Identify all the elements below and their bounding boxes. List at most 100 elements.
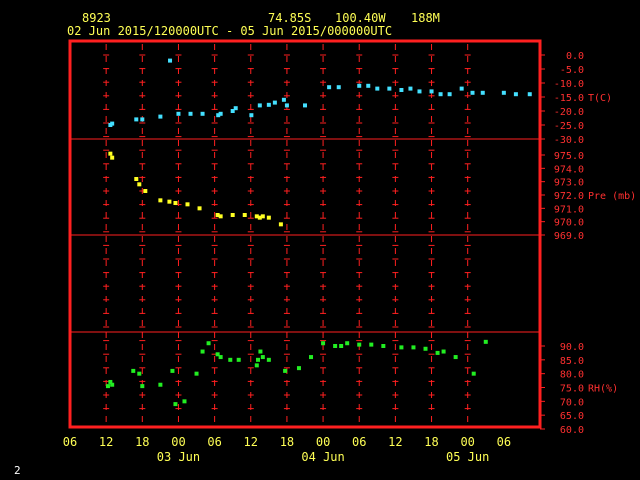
data-point <box>266 357 271 362</box>
data-point <box>281 97 286 102</box>
data-point <box>435 350 440 355</box>
data-point <box>143 189 148 193</box>
data-point <box>188 111 193 116</box>
data-point <box>266 102 271 107</box>
data-point <box>441 349 446 354</box>
y-tick-label: 975.0 <box>554 151 584 162</box>
x-tick-label: 18 <box>135 435 149 449</box>
data-point <box>260 214 265 219</box>
data-point <box>470 90 475 95</box>
data-point <box>283 368 288 373</box>
x-tick-label: 12 <box>388 435 402 449</box>
data-point <box>140 117 145 122</box>
y-tick-label: 0.0 <box>566 51 584 62</box>
day-labels: 03 Jun 04 Jun 05 Jun <box>157 450 490 464</box>
grid-lines <box>103 44 471 424</box>
data-point <box>200 111 205 116</box>
data-point <box>137 371 142 376</box>
x-tick-label: 00 <box>460 435 474 449</box>
x-tick-label: 06 <box>63 435 77 449</box>
x-tick-label: 18 <box>280 435 294 449</box>
x-tick-label: 00 <box>316 435 330 449</box>
data-point <box>197 206 202 211</box>
y-tick-label: -15.0 <box>554 93 584 104</box>
data-point <box>296 366 301 371</box>
data-point <box>236 357 241 362</box>
plot-frame <box>68 39 542 429</box>
data-point <box>218 355 223 360</box>
data-point <box>381 344 386 348</box>
data-point <box>110 382 115 387</box>
data-point <box>339 344 344 348</box>
data-point <box>249 113 254 118</box>
panel-dividers <box>70 138 540 333</box>
data-point <box>158 382 163 387</box>
data-point <box>200 349 205 354</box>
data-point <box>366 83 371 88</box>
data-point <box>131 368 136 373</box>
data-point <box>158 198 163 203</box>
data-point <box>480 90 485 95</box>
y-tick-label: 60.0 <box>560 425 584 436</box>
data-point <box>230 213 235 217</box>
data-point <box>375 86 380 91</box>
data-point <box>399 345 404 350</box>
data-point <box>459 86 464 91</box>
x-tick-label: 06 <box>207 435 221 449</box>
data-point <box>110 155 115 160</box>
data-point <box>206 341 211 346</box>
data-point <box>233 106 238 111</box>
data-point <box>158 114 163 119</box>
data-point <box>258 349 263 354</box>
x-tick-label: 18 <box>424 435 438 449</box>
data-point <box>173 402 178 407</box>
data-point <box>321 341 326 346</box>
data-point <box>168 58 173 63</box>
data-point <box>336 85 341 90</box>
corner-label: 2 <box>14 464 21 477</box>
data-point <box>256 357 260 362</box>
data-point <box>513 92 518 97</box>
y-tick-label: 972.0 <box>554 191 584 202</box>
x-tick-label: 06 <box>352 435 366 449</box>
day-label: 05 Jun <box>446 450 489 464</box>
data-point <box>218 214 223 219</box>
y-tick-label: 969.0 <box>554 231 584 242</box>
data-point <box>501 90 506 95</box>
data-point <box>108 151 113 156</box>
y-tick-label: 971.0 <box>554 204 584 215</box>
data-point <box>278 222 283 227</box>
data-point <box>527 92 532 97</box>
y-tick-label: -20.0 <box>554 107 584 118</box>
data-point <box>357 83 362 88</box>
data-point <box>105 384 110 389</box>
x-tick-labels: 06 12 18 00 06 12 18 00 06 12 18 00 06 <box>63 435 511 449</box>
x-tick-label: 12 <box>244 435 258 449</box>
data-point <box>333 344 338 348</box>
data-point <box>176 111 181 116</box>
meteogram-chart: 0.0 -5.0 -10.0 -15.0 -20.0 -25.0 -30.0 975.0 974… <box>63 39 636 464</box>
data-point <box>254 363 259 368</box>
data-point <box>417 89 422 94</box>
data-point <box>369 342 374 347</box>
data-point <box>345 341 350 346</box>
data-point <box>423 346 428 351</box>
y-tick-labels: 0.0 -5.0 -10.0 -15.0 -20.0 -25.0 -30.0 975.0 974… <box>540 51 584 436</box>
x-tick-label: 00 <box>171 435 185 449</box>
y-tick-label: 970.0 <box>554 218 584 229</box>
data-point <box>387 86 392 91</box>
y-tick-label: 85.0 <box>560 356 584 367</box>
day-label: 04 Jun <box>301 450 344 464</box>
data-point <box>447 92 452 97</box>
data-point <box>429 89 434 94</box>
data-point <box>471 371 476 376</box>
y-tick-label: 75.0 <box>560 384 584 395</box>
data-point <box>438 92 443 97</box>
data-point <box>134 177 139 181</box>
data-point <box>242 213 247 217</box>
data-point <box>284 103 289 108</box>
data-point <box>483 339 488 344</box>
y-tick-label: -10.0 <box>554 79 584 90</box>
data-point <box>399 88 404 92</box>
data-point <box>140 384 145 389</box>
